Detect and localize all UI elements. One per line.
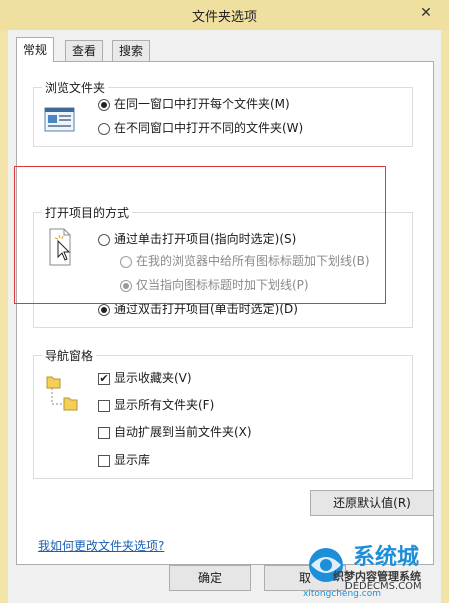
window-title: 文件夹选项 bbox=[191, 10, 257, 25]
underline-all-label: 在我的浏览器中给所有图标标题加下划线(B) bbox=[136, 254, 370, 268]
underline-hover-label: 仅当指向图标标题时加下划线(P) bbox=[136, 278, 309, 292]
dialog-client: 常规 查看 搜索 浏览文件夹 在同一窗口中打开每个文件夹(M) 在不同窗口中打开… bbox=[8, 30, 441, 603]
double-click-option[interactable]: 通过双击打开项目(单击时选定)(D) bbox=[98, 299, 298, 319]
show-libraries-option[interactable]: 显示库 bbox=[98, 450, 150, 470]
browse-window-icon bbox=[44, 107, 75, 132]
auto-expand-label: 自动扩展到当前文件夹(X) bbox=[114, 425, 252, 439]
folder-tree-icon bbox=[46, 376, 78, 411]
checkbox-unchecked-icon[interactable] bbox=[98, 454, 110, 467]
radio-unselected-icon[interactable] bbox=[98, 122, 110, 135]
show-libraries-label: 显示库 bbox=[114, 453, 151, 467]
open-same-window-label: 在同一窗口中打开每个文件夹(M) bbox=[114, 97, 290, 111]
radio-disabled-icon[interactable] bbox=[120, 255, 132, 268]
checkbox-unchecked-icon[interactable] bbox=[98, 426, 110, 439]
open-same-window-option[interactable]: 在同一窗口中打开每个文件夹(M) bbox=[98, 94, 290, 114]
close-button[interactable]: ✕ bbox=[413, 2, 439, 24]
title-bar: 文件夹选项 ✕ bbox=[0, 0, 449, 30]
tab-search[interactable]: 搜索 bbox=[112, 40, 151, 61]
help-link[interactable]: 我如何更改文件夹选项? bbox=[38, 537, 164, 554]
tab-general-label: 常规 bbox=[23, 43, 48, 57]
show-all-folders-label: 显示所有文件夹(F) bbox=[114, 398, 215, 412]
ok-button[interactable]: 确定 bbox=[169, 565, 251, 591]
browse-folders-group: 浏览文件夹 在同一窗口中打开每个文件夹(M) 在不同窗口中打开不同的文件夹(W) bbox=[33, 79, 413, 147]
nav-pane-group: 导航窗格 ✔ 显示收藏夹(V) 显示所有文件夹(F) 自动扩展到当前文件夹(X) … bbox=[33, 347, 413, 479]
open-items-group: 打开项目的方式 通过单击打开项目(指向时选定)(S) 在我的浏览器中给所有图标标… bbox=[33, 204, 413, 328]
nav-pane-title: 导航窗格 bbox=[42, 347, 97, 364]
click-pointer-icon bbox=[49, 228, 71, 266]
watermark-brand: 系统城 bbox=[353, 545, 420, 570]
tab-search-label: 搜索 bbox=[119, 44, 144, 58]
open-new-window-option[interactable]: 在不同窗口中打开不同的文件夹(W) bbox=[98, 118, 303, 138]
open-items-title: 打开项目的方式 bbox=[42, 204, 133, 221]
tab-panel-general: 浏览文件夹 在同一窗口中打开每个文件夹(M) 在不同窗口中打开不同的文件夹(W)… bbox=[16, 61, 434, 565]
watermark-url: xitongcheng.com bbox=[303, 589, 381, 599]
restore-defaults-button[interactable]: 还原默认值(R) bbox=[310, 490, 434, 516]
tab-general[interactable]: 常规 bbox=[16, 37, 55, 62]
single-click-label: 通过单击打开项目(指向时选定)(S) bbox=[114, 232, 297, 246]
auto-expand-option[interactable]: 自动扩展到当前文件夹(X) bbox=[98, 422, 252, 442]
underline-all-option[interactable]: 在我的浏览器中给所有图标标题加下划线(B) bbox=[120, 251, 370, 271]
checkbox-checked-icon[interactable]: ✔ bbox=[98, 372, 110, 385]
watermark: 系统城 织梦内容管理系统 DEDECMS.COM xitongcheng.com bbox=[299, 537, 449, 603]
checkbox-unchecked-icon[interactable] bbox=[98, 399, 110, 412]
radio-selected-icon[interactable] bbox=[98, 303, 110, 316]
open-new-window-label: 在不同窗口中打开不同的文件夹(W) bbox=[114, 121, 304, 135]
show-all-folders-option[interactable]: 显示所有文件夹(F) bbox=[98, 395, 214, 415]
tab-view-label: 查看 bbox=[72, 44, 97, 58]
underline-hover-option[interactable]: 仅当指向图标标题时加下划线(P) bbox=[120, 275, 309, 295]
show-favorites-option[interactable]: ✔ 显示收藏夹(V) bbox=[98, 368, 192, 388]
radio-selected-icon[interactable] bbox=[98, 98, 110, 111]
radio-disabled-selected-icon[interactable] bbox=[120, 279, 132, 292]
show-favorites-label: 显示收藏夹(V) bbox=[114, 371, 192, 385]
single-click-option[interactable]: 通过单击打开项目(指向时选定)(S) bbox=[98, 229, 296, 249]
double-click-label: 通过双击打开项目(单击时选定)(D) bbox=[114, 302, 298, 316]
tab-view[interactable]: 查看 bbox=[65, 40, 104, 61]
radio-unselected-icon[interactable] bbox=[98, 233, 110, 246]
